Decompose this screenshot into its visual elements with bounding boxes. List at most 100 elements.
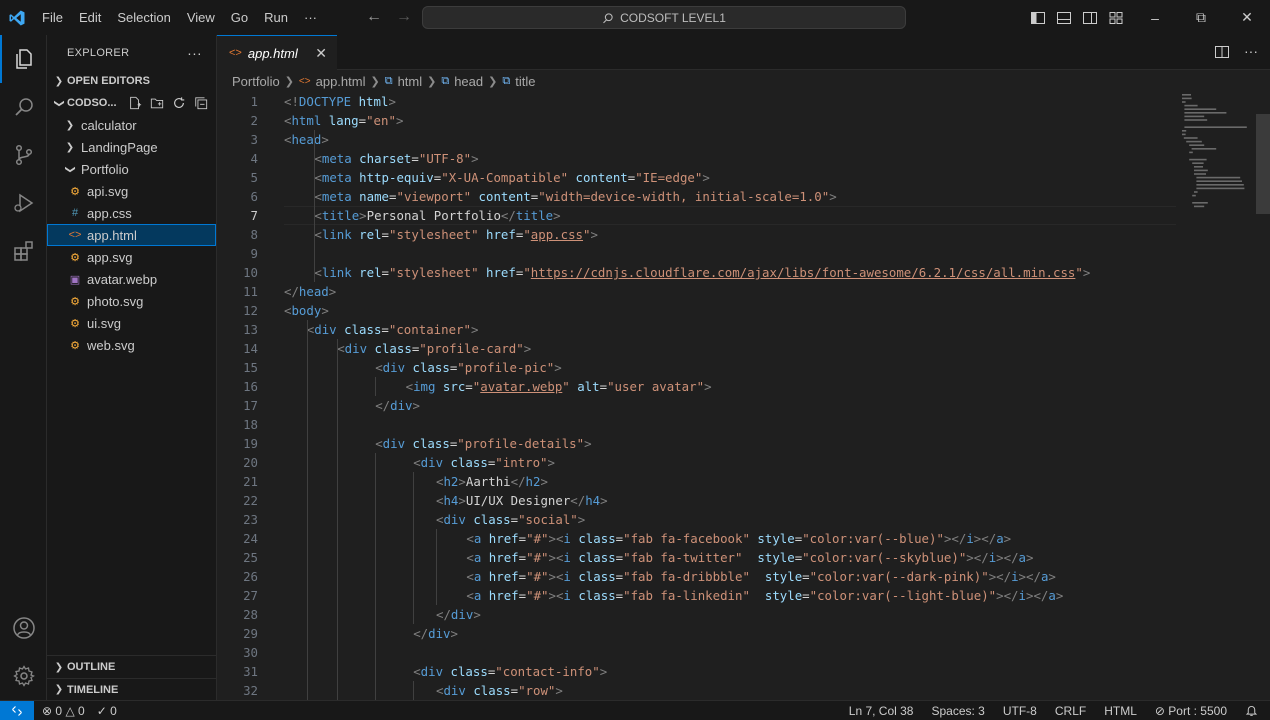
breadcrumb-title[interactable]: title — [515, 74, 535, 89]
tree-file[interactable]: ⚙ app.svg — [47, 246, 216, 268]
end-of-line[interactable]: CRLF — [1055, 704, 1086, 718]
workspace-label: CODSO... — [67, 97, 117, 109]
code-line: 26 <a href="#"><i class="fab fa-dribbble"… — [217, 567, 1177, 586]
code-text: <div class="profile-card"> — [337, 341, 532, 356]
minimap-line — [1183, 137, 1198, 139]
toggle-secondary-sidebar-icon[interactable] — [1082, 10, 1098, 26]
accounts-icon[interactable] — [0, 604, 47, 652]
menu-more[interactable]: ··· — [296, 10, 325, 25]
sidebar-header: EXPLORER ··· — [47, 35, 216, 70]
minimize-button[interactable]: – — [1132, 0, 1178, 35]
indentation[interactable]: Spaces: 3 — [931, 704, 984, 718]
arrow-right-icon[interactable]: → — [396, 8, 412, 26]
tree-file[interactable]: <> app.html — [47, 224, 216, 246]
ports-indicator[interactable]: ✓ 0 — [97, 704, 117, 718]
language-mode[interactable]: HTML — [1104, 704, 1137, 718]
scrollbar-thumb[interactable] — [1256, 114, 1270, 214]
timeline-section[interactable]: ❯ TIMELINE — [47, 678, 217, 700]
cursor-position[interactable]: Ln 7, Col 38 — [849, 704, 914, 718]
line-number: 28 — [243, 607, 258, 622]
menu-file[interactable]: File — [34, 10, 71, 25]
tree-file[interactable]: ⚙ photo.svg — [47, 290, 216, 312]
source-control-icon[interactable] — [0, 131, 47, 179]
minimap-line — [1184, 104, 1198, 107]
more-actions-icon[interactable]: ··· — [1244, 44, 1258, 60]
code-text: <div class="profile-pic"> — [375, 360, 562, 375]
breadcrumb-head[interactable]: head — [454, 74, 483, 89]
code-text: </div> — [375, 398, 420, 413]
notifications-bell-icon[interactable] — [1245, 704, 1258, 717]
command-center-search[interactable]: CODSOFT LEVEL1 — [422, 6, 906, 29]
close-icon[interactable]: ✕ — [315, 45, 327, 62]
explorer-actions — [128, 96, 216, 110]
vertical-scrollbar[interactable] — [1256, 92, 1270, 700]
svg-file-icon: ⚙ — [70, 339, 80, 352]
menu-run[interactable]: Run — [256, 10, 296, 25]
run-debug-icon[interactable] — [0, 179, 47, 227]
extensions-icon[interactable] — [0, 227, 47, 275]
outline-section[interactable]: ❯ OUTLINE — [47, 656, 217, 678]
collapse-all-icon[interactable] — [194, 96, 208, 110]
code-line: 3 <head> — [217, 130, 1177, 149]
minimap-line — [1184, 112, 1227, 114]
timeline-label: TIMELINE — [67, 683, 119, 696]
breadcrumb-folder[interactable]: Portfolio — [232, 74, 280, 89]
close-window-button[interactable]: ✕ — [1224, 0, 1270, 35]
ports-count: 0 — [110, 703, 117, 718]
refresh-icon[interactable] — [172, 96, 186, 110]
toggle-panel-icon[interactable] — [1056, 10, 1072, 26]
open-editors-section[interactable]: ❯ OPEN EDITORS — [47, 70, 216, 92]
tree-item-label: app.css — [87, 205, 132, 221]
code-text: <html lang="en"> — [284, 113, 404, 128]
minimap-line — [1192, 194, 1196, 197]
search-icon[interactable] — [0, 83, 47, 131]
encoding[interactable]: UTF-8 — [1003, 704, 1037, 718]
code-line: 1 <!DOCTYPE html> — [217, 92, 1177, 111]
customize-layout-icon[interactable] — [1108, 10, 1124, 26]
html-file-icon: <> — [68, 229, 82, 241]
sidebar-bottom-panels: ❯ OUTLINE ❯ TIMELINE — [47, 655, 217, 700]
tree-file[interactable]: # app.css — [47, 202, 216, 224]
minimap[interactable] — [1180, 92, 1256, 262]
tree-item-label: ui.svg — [87, 315, 121, 331]
restore-button[interactable]: ⧉ — [1178, 0, 1224, 35]
minimap-line — [1196, 184, 1244, 186]
minimap-line — [1182, 101, 1186, 103]
tree-folder[interactable]: ❯ calculator — [47, 114, 216, 136]
arrow-left-icon[interactable]: ← — [366, 8, 382, 26]
tree-file[interactable]: ▣ avatar.webp — [47, 268, 216, 290]
indent-guide — [314, 130, 316, 282]
problems-indicator[interactable]: ⊗ 0 △ 0 — [42, 704, 85, 718]
new-folder-icon[interactable] — [150, 96, 164, 110]
code-line: 16 <img src="avatar.webp" alt="user avata… — [217, 377, 1177, 396]
code-editor[interactable]: 1 <!DOCTYPE html> 2 <html lang="en"> 3 <head>… — [217, 92, 1270, 700]
tab-app-html[interactable]: <> app.html ✕ — [217, 35, 337, 70]
workspace-section[interactable]: ❯ CODSO... — [47, 92, 216, 114]
sidebar-more-button[interactable]: ··· — [187, 45, 202, 61]
remote-icon[interactable] — [0, 700, 34, 720]
menu-go[interactable]: Go — [223, 10, 256, 25]
line-number: 10 — [243, 265, 258, 280]
line-number: 6 — [250, 189, 258, 204]
code-line: 22 <h4>UI/UX Designer</h4> — [217, 491, 1177, 510]
split-editor-icon[interactable] — [1214, 44, 1230, 60]
breadcrumb-html[interactable]: html — [398, 74, 423, 89]
tree-file[interactable]: ⚙ api.svg — [47, 180, 216, 202]
live-server-port[interactable]: ⊘ Port : 5500 — [1155, 704, 1227, 718]
tree-file[interactable]: ⚙ web.svg — [47, 334, 216, 356]
tree-folder[interactable]: ❯ Portfolio — [47, 158, 216, 180]
minimap-line — [1196, 176, 1241, 179]
minimap-line — [1194, 173, 1206, 175]
new-file-icon[interactable] — [128, 96, 142, 110]
tree-folder[interactable]: ❯ LandingPage — [47, 136, 216, 158]
manage-gear-icon[interactable] — [0, 652, 47, 700]
code-line: 25 <a href="#"><i class="fab fa-twitter" … — [217, 548, 1177, 567]
menu-edit[interactable]: Edit — [71, 10, 109, 25]
minimap-line — [1186, 140, 1202, 143]
tree-file[interactable]: ⚙ ui.svg — [47, 312, 216, 334]
explorer-icon[interactable] — [0, 35, 47, 83]
toggle-primary-sidebar-icon[interactable] — [1030, 10, 1046, 26]
menu-selection[interactable]: Selection — [109, 10, 178, 25]
menu-view[interactable]: View — [179, 10, 223, 25]
breadcrumb-file[interactable]: app.html — [316, 74, 366, 89]
